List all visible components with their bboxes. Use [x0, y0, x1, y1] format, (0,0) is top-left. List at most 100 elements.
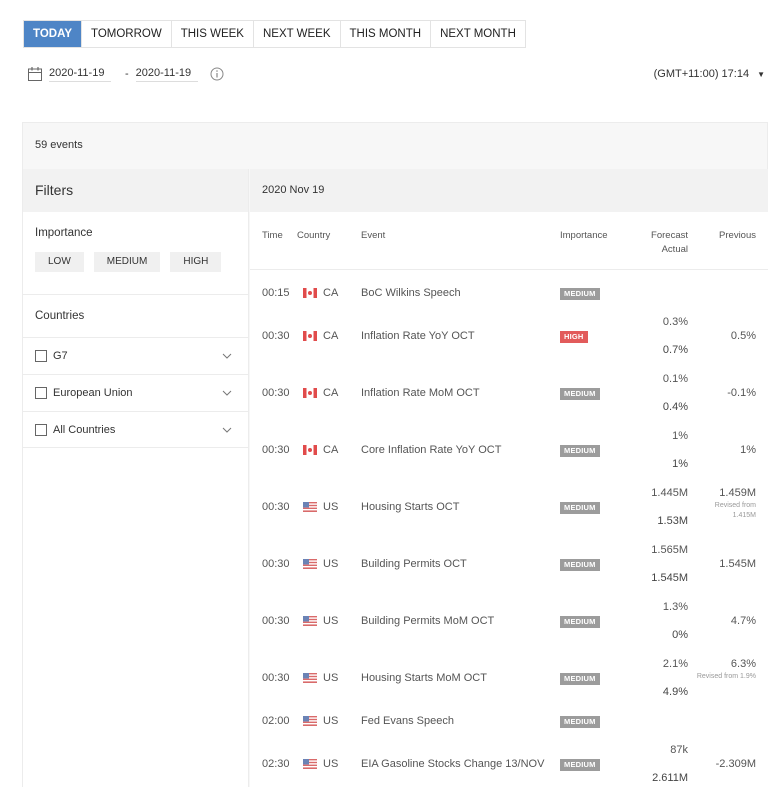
tab-today[interactable]: TODAY	[24, 21, 82, 47]
previous-value: 4.7%	[730, 615, 756, 627]
country-group-eu[interactable]: European Union	[23, 374, 248, 411]
flag-us-icon	[303, 616, 317, 626]
table-row[interactable]: 00:30 CA Inflation Rate YoY OCT HIGH 0.3% 0.7…	[250, 307, 768, 364]
table-row[interactable]: 02:00 US Fed Evans Speech MEDIUM	[250, 706, 768, 735]
importance-high-button[interactable]: HIGH	[170, 252, 222, 272]
flag-us-icon	[303, 716, 317, 726]
checkbox[interactable]	[35, 423, 47, 436]
date-from-input[interactable]	[49, 66, 111, 82]
flag-us-icon	[303, 673, 317, 683]
table-row[interactable]: 00:30 US Housing Starts OCT MEDIUM 1.445M 1.5…	[250, 478, 768, 535]
actual-value: 1.545M	[651, 572, 688, 584]
event-name[interactable]: EIA Gasoline Stocks Change 13/NOV	[361, 758, 544, 770]
event-name[interactable]: Building Permits OCT	[361, 558, 467, 570]
calendar-panel: 59 events Filters Importance LOW MEDIUM …	[22, 122, 768, 787]
event-name[interactable]: Housing Starts OCT	[361, 501, 459, 513]
table-row[interactable]: 00:30 CA Inflation Rate MoM OCT MEDIUM 0.1% 0…	[250, 364, 768, 421]
timezone-value: (GMT+11:00) 17:14	[653, 68, 750, 80]
event-name[interactable]: Inflation Rate YoY OCT	[361, 330, 475, 342]
event-name[interactable]: Fed Evans Speech	[361, 715, 454, 727]
events-count: 59 events	[35, 139, 83, 151]
checkbox[interactable]	[35, 350, 47, 362]
actual-value: 2.611M	[652, 772, 688, 784]
tab-this-week[interactable]: THIS WEEK	[172, 21, 254, 47]
event-country: CA	[323, 330, 339, 342]
forecast-value: 0.3%	[662, 316, 688, 328]
event-name[interactable]: BoC Wilkins Speech	[361, 287, 461, 299]
chevron-down-icon[interactable]	[222, 353, 232, 359]
period-tabs: TODAY TOMORROW THIS WEEK NEXT WEEK THIS …	[23, 20, 526, 48]
importance-badge: MEDIUM	[560, 445, 600, 457]
importance-badge: MEDIUM	[560, 502, 600, 514]
previous-value: 6.3%	[730, 658, 756, 670]
actual-value: 0%	[672, 629, 688, 641]
table-row[interactable]: 00:30 US Building Permits MoM OCT MEDIUM 1.3…	[250, 592, 768, 649]
forecast-value: 1.445M	[651, 487, 688, 499]
previous-value: -2.309M	[715, 758, 756, 770]
event-country: CA	[323, 387, 339, 399]
importance-badge: MEDIUM	[560, 388, 600, 400]
info-icon[interactable]	[210, 67, 224, 81]
importance-medium-button[interactable]: MEDIUM	[93, 252, 161, 272]
timezone-select[interactable]: (GMT+11:00) 17:14 ▼	[654, 68, 765, 80]
table-row[interactable]: 00:15 CA BoC Wilkins Speech MEDIUM	[250, 279, 768, 307]
checkbox[interactable]	[35, 387, 47, 399]
event-name[interactable]: Core Inflation Rate YoY OCT	[361, 444, 501, 456]
table-header: Time Country Event Importance Forecast A…	[250, 212, 768, 270]
country-group-all[interactable]: All Countries	[23, 411, 248, 448]
flag-ca-icon	[303, 288, 317, 298]
tab-this-month[interactable]: THIS MONTH	[341, 21, 432, 47]
importance-badge: MEDIUM	[560, 716, 600, 728]
flag-ca-icon	[303, 445, 317, 455]
table-row[interactable]: 02:30 US EIA Gasoline Stocks Change 13/NOV…	[250, 735, 768, 787]
importance-low-button[interactable]: LOW	[35, 252, 84, 272]
date-to-input[interactable]	[135, 66, 198, 82]
event-name[interactable]: Building Permits MoM OCT	[361, 615, 494, 627]
country-group-label: European Union	[53, 387, 133, 399]
date-separator: -	[125, 68, 129, 80]
tab-tomorrow[interactable]: TOMORROW	[82, 21, 172, 47]
header-time: Time	[262, 230, 283, 241]
table-date-heading: 2020 Nov 19	[250, 169, 768, 212]
event-name[interactable]: Inflation Rate MoM OCT	[361, 387, 480, 399]
previous-value: -0.1%	[727, 387, 756, 399]
event-time: 00:30	[262, 558, 290, 570]
header-forecast: Forecast	[651, 230, 688, 241]
flag-ca-icon	[303, 331, 317, 341]
actual-value: 0.4%	[662, 401, 688, 413]
header-previous: Previous	[719, 230, 756, 241]
chevron-down-icon[interactable]	[222, 427, 232, 433]
forecast-value: 0.1%	[662, 373, 688, 385]
date-range: -	[27, 66, 224, 82]
event-country: US	[323, 615, 339, 627]
event-time: 02:30	[262, 758, 290, 770]
caret-down-icon: ▼	[757, 69, 765, 79]
table-row[interactable]: 00:30 US Building Permits OCT MEDIUM 1.565M 1…	[250, 535, 768, 592]
filters-title: Filters	[23, 169, 248, 212]
header-country: Country	[297, 230, 331, 241]
calendar-icon[interactable]	[27, 66, 43, 82]
importance-badge: HIGH	[560, 331, 588, 343]
event-country: US	[323, 715, 339, 727]
event-country: CA	[323, 287, 339, 299]
forecast-value: 1.3%	[662, 601, 688, 613]
flag-us-icon	[303, 559, 317, 569]
countries-label: Countries	[35, 310, 85, 322]
tab-next-month[interactable]: NEXT MONTH	[431, 21, 525, 47]
importance-badge: MEDIUM	[560, 288, 600, 300]
tab-next-week[interactable]: NEXT WEEK	[254, 21, 341, 47]
importance-badge: MEDIUM	[560, 616, 600, 628]
event-time: 00:30	[262, 330, 290, 342]
header-event: Event	[361, 230, 386, 241]
header-actual: Actual	[661, 244, 688, 255]
previous-value: 1.459M	[719, 487, 756, 499]
country-group-label: All Countries	[53, 423, 116, 436]
header-importance: Importance	[560, 230, 608, 241]
chevron-down-icon[interactable]	[222, 390, 232, 396]
event-name[interactable]: Housing Starts MoM OCT	[361, 672, 487, 684]
forecast-value: 87k	[670, 744, 688, 756]
table-row[interactable]: 00:30 CA Core Inflation Rate YoY OCT MEDIUM…	[250, 421, 768, 478]
flag-us-icon	[303, 759, 317, 769]
country-group-g7[interactable]: G7	[23, 337, 248, 374]
table-row[interactable]: 00:30 US Housing Starts MoM OCT MEDIUM 2.1% 4…	[250, 649, 768, 706]
